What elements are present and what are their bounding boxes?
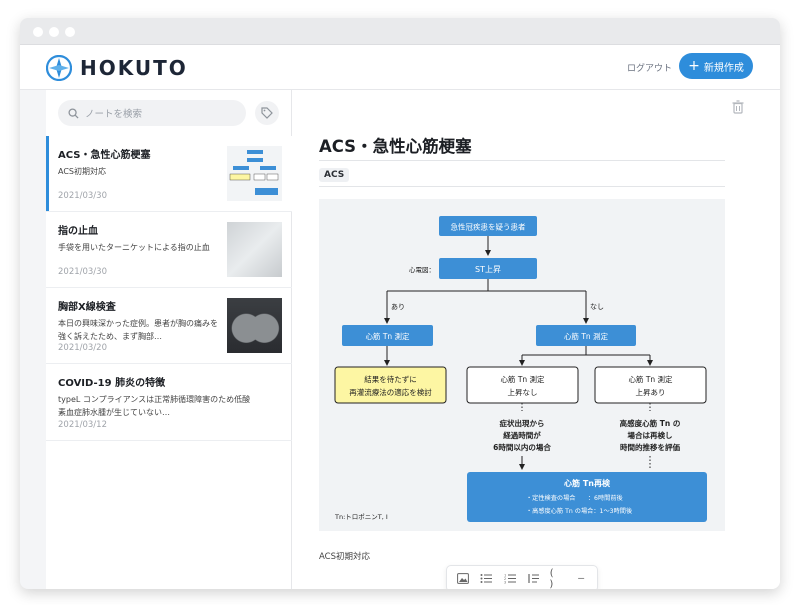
image-caption[interactable]: ACS初期対応	[319, 550, 370, 562]
brand-name: HOKUTO	[80, 56, 188, 80]
brackets-icon: ( )	[548, 567, 555, 590]
note-sidebar: ノートを検索 ACS・急性心筋梗塞 ACS初期対応 2021/03/30 指の止…	[46, 90, 292, 589]
flow-recheck-line2: ・高感度心筋 Tn の場合：1〜3時間後	[526, 507, 633, 515]
note-date: 2021/03/20	[58, 343, 107, 353]
quote-button[interactable]	[525, 570, 543, 588]
note-item-finger-hemostasis[interactable]: 指の止血 手袋を用いたターニケットによる指の止血 2021/03/30	[46, 212, 292, 288]
flow-noraise-line1: 心筋 Tn 測定	[500, 374, 545, 384]
flow-yes-label: あり	[391, 303, 405, 311]
note-title: COVID-19 肺炎の特徴	[58, 378, 166, 389]
hokuto-logo-icon	[46, 55, 72, 81]
bullet-list-icon	[480, 574, 493, 583]
flow-raise-line1: 心筋 Tn 測定	[628, 374, 673, 384]
title-divider	[319, 160, 725, 161]
flow-tn-left-text: 心筋 Tn 測定	[365, 331, 410, 341]
flow-st-text: ST上昇	[475, 265, 501, 274]
flow-hs-line2: 場合は再検し	[628, 430, 673, 440]
flow-raise-box	[594, 366, 707, 404]
bullet-list-button[interactable]	[477, 570, 495, 588]
flow-onset-line2: 経過時間が	[503, 430, 541, 440]
note-thumbnail-photo	[227, 222, 282, 277]
insert-image-button[interactable]	[454, 570, 472, 588]
flow-noraise-box	[466, 366, 579, 404]
flow-ecg-label: 心電図：	[409, 266, 435, 274]
note-preview: 本日の興味深かった症例。患者が胸の痛みを強く訴えたため、まず胸部…	[58, 319, 218, 341]
flow-tn-right-text: 心筋 Tn 測定	[564, 331, 609, 341]
search-placeholder: ノートを検索	[85, 109, 143, 120]
window-control-maximize[interactable]	[65, 27, 75, 37]
trash-icon[interactable]	[732, 100, 744, 114]
flow-onset-line1: 症状出現から	[500, 418, 545, 428]
note-title: 胸部X線検査	[58, 302, 116, 313]
new-note-label: 新規作成	[703, 62, 744, 74]
format-toolbar: 123 ( ) —	[446, 565, 598, 589]
note-preview: typeL コンプライアンスは正常肺循環障害のため低酸素血症肺水腫が生じていない…	[58, 395, 251, 417]
flow-raise-line2: 上昇あり	[636, 388, 666, 397]
flow-wait-box	[334, 366, 447, 404]
flowchart-image: 急性冠疾患を疑う患者 心電図： ST上昇 あり なし 心筋 Tn 測定 心筋 T…	[319, 199, 725, 531]
flow-hs-line3: 時間的推移を評価	[620, 442, 680, 452]
note-item-covid[interactable]: COVID-19 肺炎の特徴 typeL コンプライアンスは正常肺循環障害のため…	[46, 364, 292, 441]
flow-onset-line3: 6時間以内の場合	[493, 442, 551, 452]
new-note-button[interactable]: + 新規作成	[679, 53, 753, 79]
note-title: 指の止血	[58, 226, 98, 237]
window-control-minimize[interactable]	[49, 27, 59, 37]
note-editor: ACS・急性心筋梗塞 ACS 急性冠疾患を疑う患者 心電図： ST上昇 あり な…	[292, 90, 780, 589]
flow-footnote: Tn:トロポニンT, I	[334, 513, 388, 521]
app-window: HOKUTO ログアウト + 新規作成 ノートを検索 ACS・急性心筋梗塞 AC…	[20, 18, 780, 589]
note-title: ACS・急性心筋梗塞	[58, 150, 151, 161]
flow-recheck-line1: ・定性検査の場合 ：6時間前後	[526, 494, 624, 502]
flow-recheck-title: 心筋 Tn再検	[564, 478, 611, 488]
logout-link[interactable]: ログアウト	[627, 61, 672, 74]
code-button[interactable]: ( )	[548, 567, 566, 590]
numbered-list-button[interactable]: 123	[501, 570, 519, 588]
window-titlebar	[20, 18, 780, 45]
note-heading[interactable]: ACS・急性心筋梗塞	[319, 133, 472, 157]
search-icon	[68, 107, 79, 119]
note-thumbnail-flowchart	[227, 146, 282, 201]
window-control-close[interactable]	[33, 27, 43, 37]
quote-icon	[528, 574, 539, 583]
note-item-chest-xray[interactable]: 胸部X線検査 本日の興味深かった症例。患者が胸の痛みを強く訴えたため、まず胸部……	[46, 288, 292, 364]
tag-divider	[319, 186, 725, 187]
tag-filter-button[interactable]	[255, 101, 279, 125]
image-icon	[456, 573, 469, 584]
plus-icon: +	[688, 58, 700, 74]
flow-no-label: なし	[590, 303, 604, 311]
note-item-acs[interactable]: ACS・急性心筋梗塞 ACS初期対応 2021/03/30	[46, 136, 292, 212]
divider-button[interactable]: —	[572, 570, 590, 588]
flow-wait-line1: 結果を待たずに	[364, 374, 417, 384]
svg-text:3: 3	[504, 581, 506, 585]
note-list: ACS・急性心筋梗塞 ACS初期対応 2021/03/30 指の止血 手袋を用い…	[46, 136, 292, 441]
note-date: 2021/03/12	[58, 420, 107, 430]
flow-noraise-line2: 上昇なし	[508, 388, 538, 397]
note-preview: ACS初期対応	[58, 167, 106, 176]
numbered-list-icon: 123	[504, 574, 517, 585]
note-thumbnail-xray	[227, 298, 282, 353]
tag-icon	[261, 107, 273, 119]
horizontal-rule-icon: —	[578, 573, 585, 584]
note-date: 2021/03/30	[58, 191, 107, 201]
flow-start-text: 急性冠疾患を疑う患者	[451, 222, 526, 232]
note-tag[interactable]: ACS	[319, 168, 350, 182]
flow-hs-line1: 高感度心筋 Tn の	[620, 418, 681, 428]
note-date: 2021/03/30	[58, 267, 107, 277]
app-header: HOKUTO ログアウト + 新規作成	[20, 45, 780, 90]
search-input[interactable]: ノートを検索	[58, 100, 246, 126]
note-preview: 手袋を用いたターニケットによる指の止血	[58, 243, 210, 252]
flow-wait-line2: 再灌流療法の適応を検討	[349, 387, 432, 397]
